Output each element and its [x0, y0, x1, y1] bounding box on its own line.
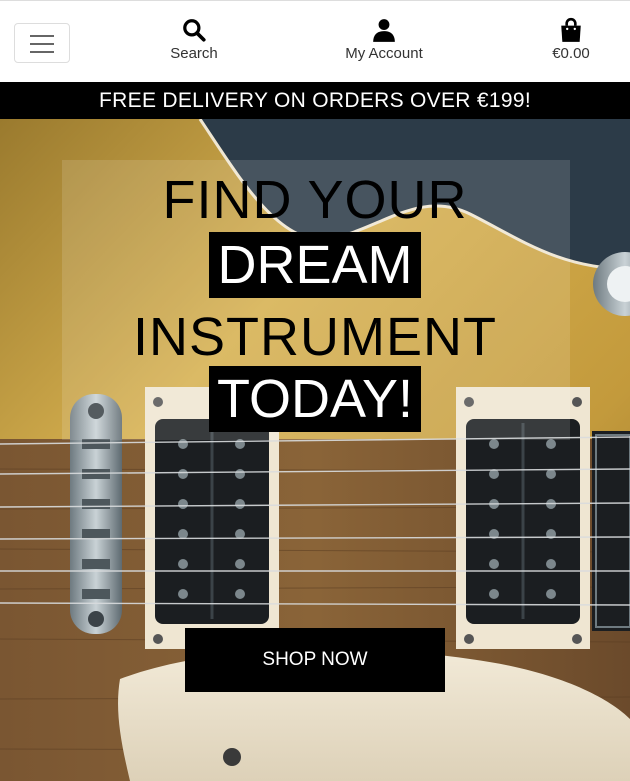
hero-heading-highlight-1: DREAM: [0, 232, 630, 298]
search-icon: [183, 19, 206, 42]
bag-total: €0.00: [552, 45, 590, 62]
hero-heading-line-4: TODAY!: [208, 366, 422, 432]
hero-heading-line-1: FIND YOUR: [162, 170, 468, 230]
hamburger-icon: [30, 35, 54, 37]
nav-search[interactable]: Search: [154, 17, 234, 67]
nav-my-account-label: My Account: [345, 45, 423, 62]
hero-heading-line-2: DREAM: [209, 232, 421, 298]
shop-now-button[interactable]: SHOP NOW: [185, 628, 445, 692]
hero-section: FIND YOUR DREAM INSTRUMENT TODAY! SHOP N…: [0, 119, 630, 781]
hero-heading-highlight-2: TODAY!: [0, 366, 630, 432]
nav-search-label: Search: [170, 45, 218, 62]
nav-shopping-bag[interactable]: €0.00: [536, 17, 606, 67]
user-icon: [373, 19, 395, 42]
shopping-bag-icon: [561, 17, 581, 42]
free-delivery-banner: FREE DELIVERY ON ORDERS OVER €199!: [0, 82, 630, 119]
nav-my-account[interactable]: My Account: [330, 17, 438, 67]
hero-heading-line-3: INSTRUMENT: [133, 307, 497, 367]
site-header: Search My Account €0.00: [0, 0, 630, 82]
menu-toggle-button[interactable]: [14, 23, 70, 63]
